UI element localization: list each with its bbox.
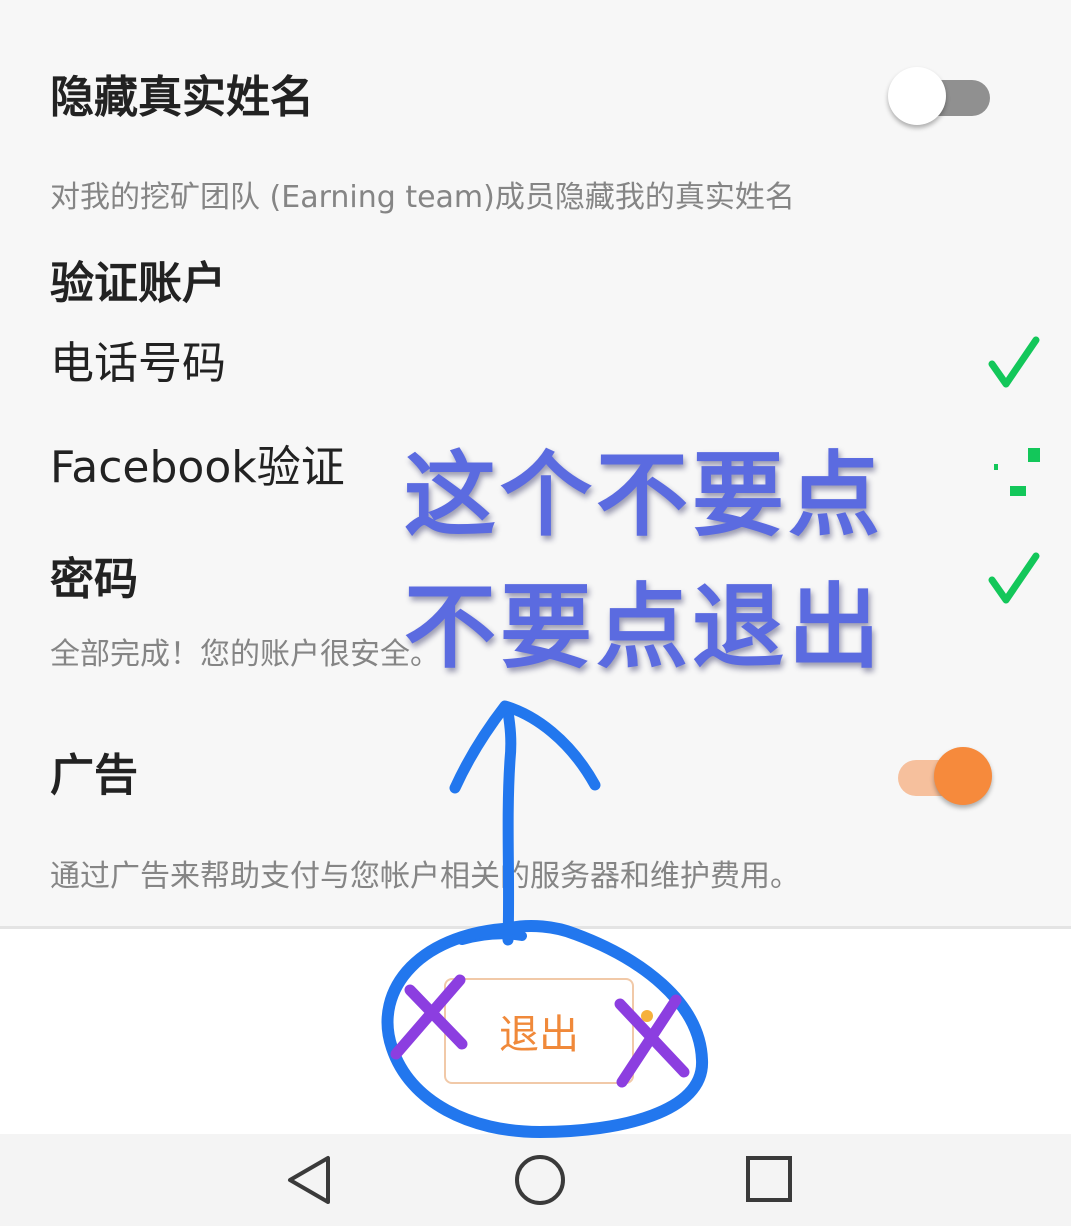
ads-description: 通过广告来帮助支付与您帐户相关的服务器和维护费用。 <box>50 859 800 894</box>
home-circle-icon[interactable] <box>500 1140 580 1220</box>
password-description: 全部完成！您的账户很安全。 <box>50 637 440 672</box>
facebook-verify-label: Facebook验证 <box>50 442 345 493</box>
logout-button[interactable]: 退出 <box>444 978 634 1084</box>
password-set-check-icon <box>988 552 1040 604</box>
recents-square-icon[interactable] <box>730 1140 810 1220</box>
hide-name-description: 对我的挖矿团队 (Earning team)成员隐藏我的真实姓名 <box>50 180 795 215</box>
facebook-verified-check-icon <box>994 448 1040 496</box>
password-title: 密码 <box>50 554 138 605</box>
phone-number-label: 电话号码 <box>50 338 226 389</box>
toggle-knob <box>888 67 946 125</box>
hide-name-title: 隐藏真实姓名 <box>50 72 314 123</box>
hide-name-toggle[interactable] <box>888 66 992 128</box>
annotation-line-1: 这个不要点 <box>404 442 885 549</box>
back-triangle-icon[interactable] <box>270 1140 350 1220</box>
navigation-bar <box>0 1134 1071 1226</box>
toggle-knob <box>934 747 992 805</box>
ads-title: 广告 <box>50 750 138 801</box>
annotation-line-2: 不要点退出 <box>404 574 885 681</box>
verify-account-title: 验证账户 <box>50 258 226 309</box>
phone-verified-check-icon <box>988 336 1040 388</box>
ads-toggle[interactable] <box>888 746 992 808</box>
